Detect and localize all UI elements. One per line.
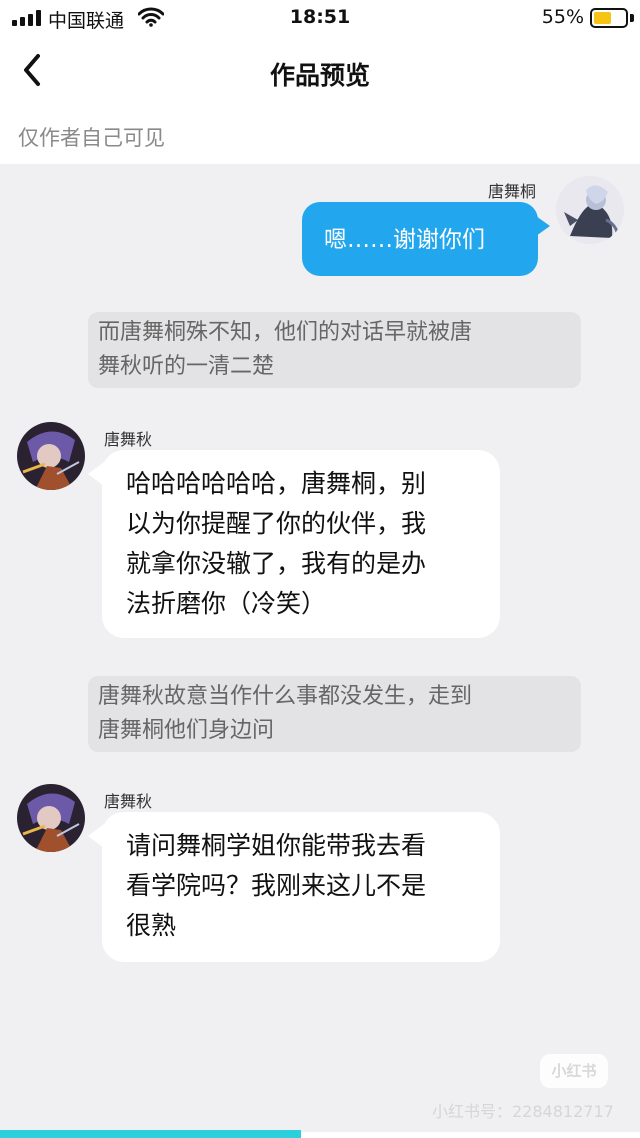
message-line: 就拿你没辙了，我有的是办: [126, 549, 427, 578]
avatar-image: [17, 422, 85, 490]
narration-line: 而唐舞桐殊不知，他们的对话早就被唐: [98, 320, 473, 345]
narration-box: 而唐舞桐殊不知，他们的对话早就被唐 舞秋听的一清二楚: [88, 312, 581, 388]
bubble-tail: [536, 216, 550, 236]
battery-icon: [590, 8, 628, 28]
playback-progress-bar[interactable]: [0, 1130, 301, 1138]
message-line: 哈哈哈哈哈哈，唐舞桐，别: [126, 469, 427, 498]
message-line: 以为你提醒了你的伙伴，我: [126, 509, 427, 538]
narration-line: 唐舞桐他们身边问: [98, 718, 275, 743]
watermark-logo: 小红书: [540, 1054, 608, 1088]
avatar-image: [556, 176, 624, 244]
message-bubble-incoming[interactable]: 哈哈哈哈哈哈，唐舞桐，别 以为你提醒了你的伙伴，我 就拿你没辙了，我有的是办 法…: [102, 450, 500, 638]
message-line: 请问舞桐学姐你能带我去看: [126, 831, 427, 860]
page-title: 作品预览: [269, 61, 370, 90]
message-line: 看学院吗？我刚来这儿不是: [126, 871, 427, 900]
narration-line: 舞秋听的一清二楚: [98, 354, 275, 379]
message-line: 很熟: [126, 911, 177, 940]
battery-percent: 55%: [541, 6, 584, 28]
message-text: 嗯……谢谢你们: [324, 227, 485, 253]
avatar-tang-wuqiu[interactable]: [17, 422, 85, 490]
avatar-image: [17, 784, 85, 852]
nav-bar: 作品预览: [0, 36, 640, 106]
watermark-account: 小红书号：2284812717: [432, 1102, 614, 1121]
chat-area[interactable]: [0, 164, 640, 1132]
message-bubble-incoming[interactable]: 请问舞桐学姐你能带我去看 看学院吗？我刚来这儿不是 很熟: [102, 812, 500, 962]
avatar-tang-wuqiu[interactable]: [17, 784, 85, 852]
sender-name: 唐舞秋: [104, 792, 153, 811]
battery-level-fill: [594, 12, 611, 24]
narration-line: 唐舞秋故意当作什么事都没发生，走到: [98, 684, 473, 709]
avatar-tang-wutong[interactable]: [556, 176, 624, 244]
sender-name: 唐舞桐: [487, 182, 536, 201]
sender-name: 唐舞秋: [104, 430, 153, 449]
message-line: 法折磨你（冷笑）: [126, 589, 327, 618]
battery-tip: [630, 14, 634, 22]
status-bar: 中国联通 18:51 55%: [0, 0, 640, 36]
narration-box: 唐舞秋故意当作什么事都没发生，走到 唐舞桐他们身边问: [88, 676, 581, 752]
message-bubble-outgoing[interactable]: 嗯……谢谢你们: [302, 202, 538, 276]
visibility-note: 仅作者自己可见: [18, 126, 165, 150]
